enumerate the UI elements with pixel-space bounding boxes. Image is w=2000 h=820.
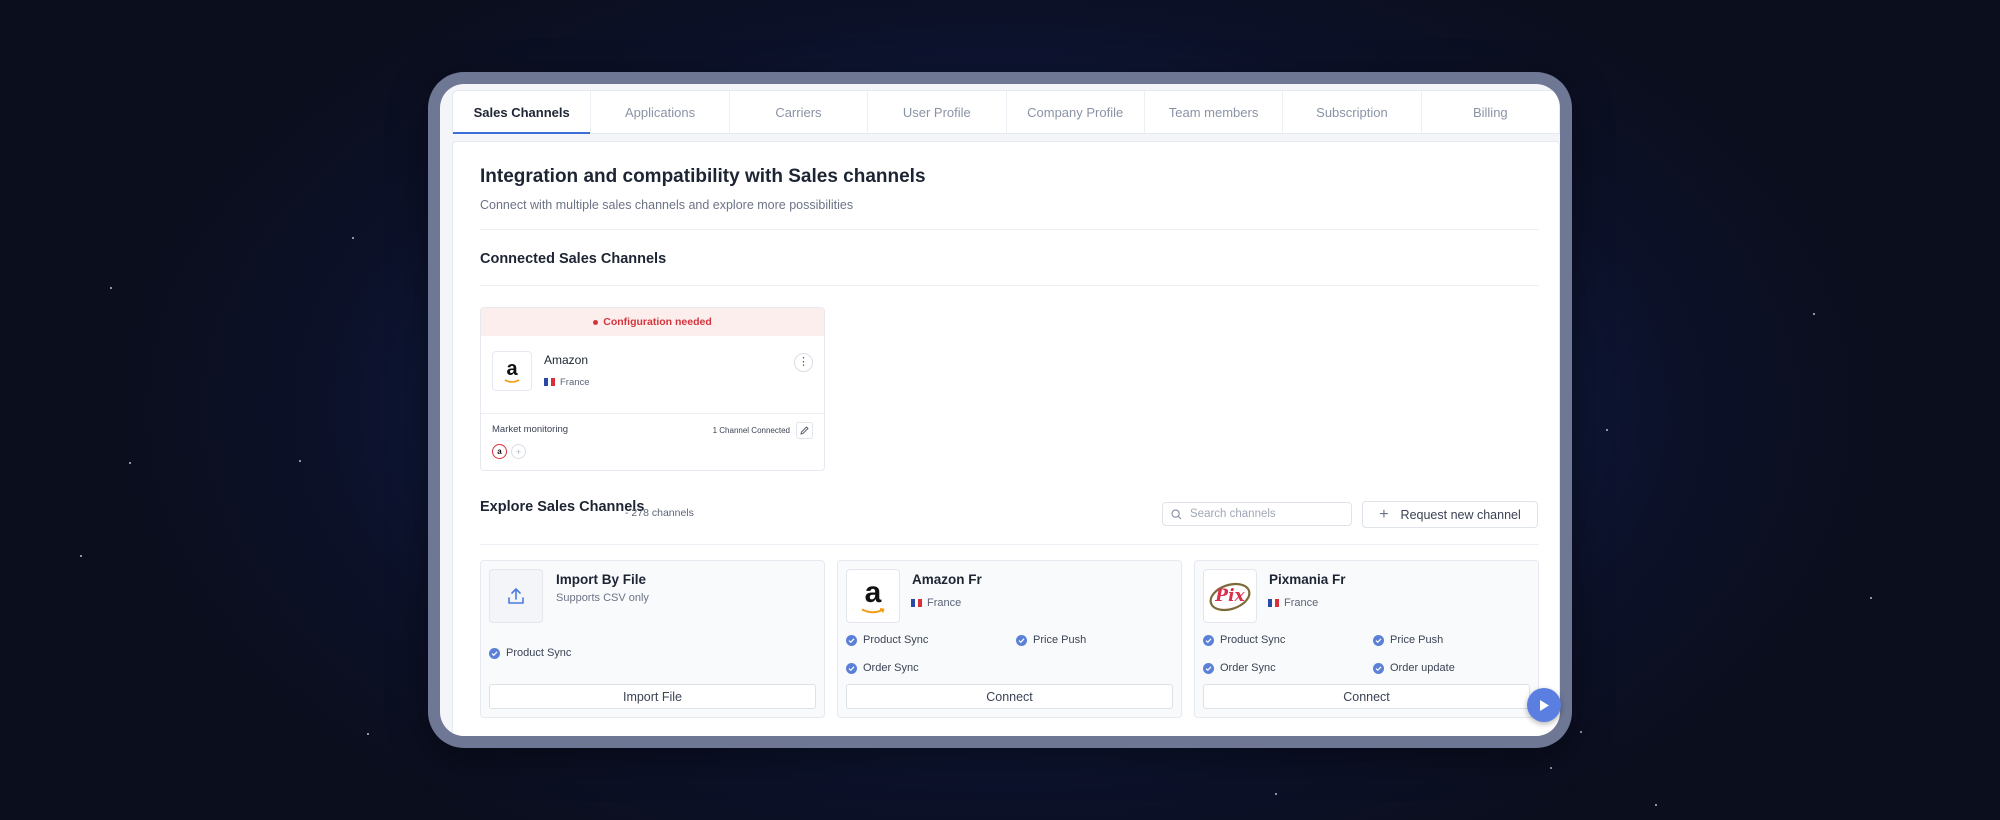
- channel-connected-count: 1 Channel Connected: [712, 426, 790, 435]
- search-box: [1162, 502, 1352, 526]
- configuration-needed-banner[interactable]: Configuration needed: [481, 308, 824, 336]
- feature-product-sync: Product Sync: [846, 634, 928, 646]
- france-flag-icon: [1268, 599, 1280, 608]
- channel-name: Amazon: [544, 353, 589, 367]
- channel-name: Amazon Fr: [912, 572, 982, 587]
- divider: [480, 544, 1539, 545]
- connect-button[interactable]: Connect: [1203, 684, 1530, 709]
- tab-team-members[interactable]: Team members: [1145, 91, 1284, 133]
- amazon-smile-icon: [861, 607, 885, 613]
- connect-button[interactable]: Connect: [846, 684, 1173, 709]
- connected-channel-avatar[interactable]: a: [492, 444, 507, 459]
- tab-sales-channels[interactable]: Sales Channels: [453, 91, 592, 134]
- france-flag-icon: [911, 599, 923, 608]
- amazon-logo-letter: a: [864, 575, 882, 609]
- feature-order-sync: Order Sync: [846, 662, 919, 674]
- plus-icon: +: [1379, 505, 1389, 523]
- feature-product-sync: Product Sync: [1203, 634, 1285, 646]
- banner-text: Configuration needed: [603, 316, 712, 328]
- check-icon: [1203, 662, 1214, 674]
- tab-subscription[interactable]: Subscription: [1283, 91, 1422, 133]
- explore-heading: Explore Sales Channels: [480, 499, 645, 515]
- check-icon: [1016, 634, 1027, 646]
- upload-icon: [508, 588, 524, 604]
- feature-price-push: Price Push: [1016, 634, 1086, 646]
- warning-dot-icon: [593, 319, 599, 325]
- import-file-button[interactable]: Import File: [489, 684, 816, 709]
- request-new-channel-button[interactable]: + Request new channel: [1362, 501, 1538, 528]
- page-title: Integration and compatibility with Sales…: [480, 166, 926, 187]
- channel-card-import-by-file: Import By File Supports CSV only Product…: [480, 560, 825, 718]
- sales-channels-panel: Integration and compatibility with Sales…: [452, 141, 1560, 736]
- play-icon: [1540, 699, 1549, 711]
- feature-order-sync: Order Sync: [1203, 662, 1276, 674]
- device-frame: Sales Channels Applications Carriers Use…: [428, 72, 1572, 748]
- check-icon: [1373, 662, 1384, 674]
- divider: [481, 413, 824, 414]
- tab-applications[interactable]: Applications: [591, 91, 730, 133]
- feature-price-push: Price Push: [1373, 634, 1443, 646]
- channel-card-amazon-fr: a Amazon Fr France Product Sync Price Pu…: [837, 560, 1182, 718]
- check-icon: [1203, 634, 1214, 646]
- channel-card-pixmania-fr: Pix Pixmania Fr France Product Sync Pric…: [1194, 560, 1539, 718]
- pixmania-logo: Pix: [1203, 569, 1257, 623]
- feature-product-sync: Product Sync: [489, 647, 571, 659]
- request-button-label: Request new channel: [1400, 507, 1521, 522]
- channel-country: France: [911, 597, 961, 609]
- settings-tabs: Sales Channels Applications Carriers Use…: [452, 90, 1560, 134]
- app-screen: Sales Channels Applications Carriers Use…: [440, 84, 1560, 736]
- check-icon: [846, 662, 857, 674]
- channel-count: - 278 channels: [625, 507, 694, 519]
- tab-user-profile[interactable]: User Profile: [868, 91, 1007, 133]
- channel-country: France: [1268, 597, 1318, 609]
- channel-country: France: [544, 377, 590, 388]
- amazon-smile-icon: [504, 378, 520, 383]
- connected-heading: Connected Sales Channels: [480, 251, 667, 267]
- upload-logo: [489, 569, 543, 623]
- check-icon: [846, 634, 857, 646]
- play-button[interactable]: [1527, 688, 1561, 722]
- check-icon: [489, 647, 500, 659]
- check-icon: [1373, 634, 1384, 646]
- amazon-logo: a: [492, 351, 532, 391]
- page-subtitle: Connect with multiple sales channels and…: [480, 198, 854, 212]
- feature-order-update: Order update: [1373, 662, 1455, 674]
- more-options-icon[interactable]: ⋮: [794, 353, 813, 372]
- amazon-logo: a: [846, 569, 900, 623]
- tab-billing[interactable]: Billing: [1422, 91, 1559, 133]
- channel-name: Import By File: [556, 572, 647, 587]
- channel-name: Pixmania Fr: [1269, 572, 1346, 587]
- channel-subtitle: Supports CSV only: [556, 592, 649, 604]
- tab-carriers[interactable]: Carriers: [730, 91, 869, 133]
- divider: [480, 229, 1539, 230]
- divider: [480, 285, 1539, 286]
- connected-channel-card-amazon: Configuration needed a Amazon France ⋮ M…: [480, 307, 825, 471]
- search-input[interactable]: [1188, 507, 1342, 521]
- edit-icon[interactable]: [796, 422, 813, 439]
- add-channel-icon[interactable]: +: [511, 444, 526, 459]
- france-flag-icon: [544, 378, 556, 387]
- pixmania-logo-text: Pix: [1215, 586, 1245, 606]
- search-icon: [1171, 508, 1182, 519]
- tab-company-profile[interactable]: Company Profile: [1007, 91, 1145, 133]
- amazon-logo-letter: a: [506, 357, 518, 380]
- market-monitoring-label: Market monitoring: [492, 424, 569, 435]
